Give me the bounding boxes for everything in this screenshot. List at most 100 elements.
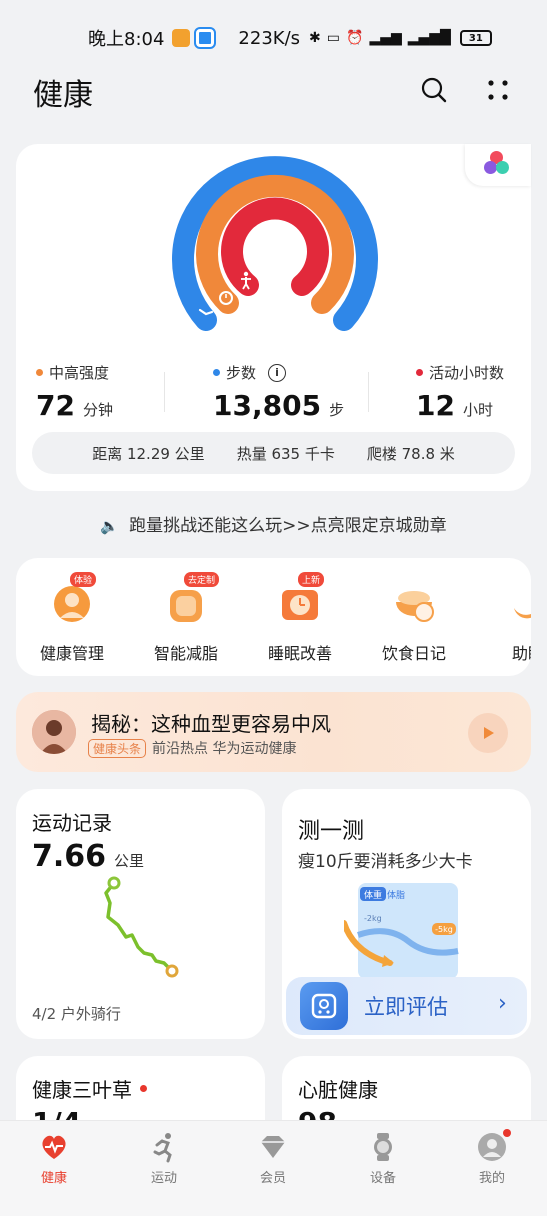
activity-rings-chart	[172, 156, 378, 331]
intensity-unit: 分钟	[82, 401, 113, 419]
speaker-icon: 🔈	[100, 517, 120, 535]
fat-loss-icon: 去定制	[162, 572, 220, 626]
illus-value-2: -5kg	[435, 925, 453, 934]
assessment-title: 测一测	[298, 819, 365, 844]
red-dot-icon	[416, 369, 423, 376]
illus-tag-weight: 体重	[364, 889, 382, 901]
news-meta: 健康头条 前沿热点 华为运动健康	[88, 738, 296, 758]
alarm-icon: ⏰	[346, 30, 364, 46]
health-news-banner[interactable]: 揭秘：这种血型更容易中风 健康头条 前沿热点 华为运动健康	[16, 692, 531, 772]
service-smart-fat-loss[interactable]: 去定制 智能减脂	[136, 572, 236, 664]
nav-health[interactable]: 健康	[14, 1131, 94, 1186]
intensity-value: 72	[36, 389, 75, 422]
activity-summary-bar[interactable]: 距离 12.29 公里 热量 635 千卡 爬楼 78.8 米	[32, 432, 515, 474]
vibrate-icon: ▭	[326, 30, 340, 46]
app-header: 健康	[0, 64, 547, 116]
news-headline: 揭秘：这种血型更容易中风	[91, 712, 331, 736]
heart-title: 心脏健康	[298, 1078, 378, 1102]
app-notification-icon	[172, 29, 191, 47]
active-hours-unit: 小时	[462, 401, 493, 419]
nav-exercise[interactable]: 运动	[124, 1131, 204, 1186]
sleep-aid-icon	[504, 578, 531, 626]
play-icon[interactable]	[468, 713, 508, 753]
search-icon[interactable]	[420, 76, 448, 104]
illus-tag-fat: 体脂	[387, 889, 405, 901]
nav-membership[interactable]: 会员	[233, 1131, 313, 1186]
nav-label: 运动	[150, 1171, 177, 1186]
color-dot-icon	[496, 161, 509, 174]
service-label: 健康管理	[39, 644, 104, 663]
notification-dot	[140, 1085, 147, 1092]
steps-label: 步数	[226, 364, 257, 382]
signal-5g-icon: ▂▄▆█	[407, 30, 451, 46]
exercise-title: 运动记录	[32, 811, 112, 835]
service-badge: 上新	[298, 572, 325, 587]
battery-icon: 31	[459, 30, 492, 46]
user-avatar-icon	[476, 1129, 511, 1163]
blue-dot-icon	[213, 369, 220, 376]
steps-value: 13,805	[213, 389, 322, 422]
active-hours-value: 12	[416, 389, 455, 422]
steps-metric[interactable]: 步数 i 13,805 步	[213, 362, 344, 422]
status-time: 晚上8:04	[88, 29, 165, 50]
theme-switch-button[interactable]	[465, 144, 531, 186]
distance-summary: 距离 12.29 公里	[92, 444, 205, 463]
steps-unit: 步	[329, 401, 345, 419]
system-gesture-area	[0, 1194, 547, 1216]
active-hours-metric[interactable]: 活动小时数 12 小时	[416, 362, 504, 422]
nav-label: 健康	[40, 1171, 67, 1186]
service-health-management[interactable]: 体验 健康管理	[22, 572, 122, 664]
news-source: 前沿热点 华为运动健康	[152, 741, 297, 757]
watch-icon	[367, 1131, 399, 1163]
promo-announcement[interactable]: 🔈 跑量挑战还能这么玩>>点亮限定京城勋章	[0, 511, 547, 536]
exercise-distance-unit: 公里	[114, 852, 145, 870]
page-title: 健康	[33, 78, 93, 113]
more-options-icon[interactable]	[484, 76, 512, 104]
assessment-card[interactable]: 测一测 瘦10斤要消耗多少大卡 体重 体脂 -2kg -5kg 立即评估 ›	[282, 789, 531, 1039]
running-icon	[148, 1131, 180, 1163]
diamond-icon	[257, 1131, 289, 1163]
service-badge: 体验	[70, 572, 97, 587]
floors-summary: 爬楼 78.8 米	[366, 444, 455, 463]
health-management-icon: 体验	[48, 572, 97, 626]
service-sleep-aid[interactable]: 助眠	[478, 578, 531, 664]
network-speed: 223K/s	[238, 27, 301, 49]
service-label: 饮食日记	[381, 644, 446, 663]
nav-label: 会员	[259, 1171, 286, 1186]
assessment-subtitle: 瘦10斤要消耗多少大卡	[298, 852, 473, 872]
service-label: 助眠	[511, 644, 531, 663]
notification-dot	[503, 1129, 511, 1137]
nav-me[interactable]: 我的	[452, 1129, 532, 1186]
nav-label: 设备	[369, 1171, 396, 1186]
service-label: 睡眠改善	[267, 644, 332, 663]
calories-summary: 热量 635 千卡	[236, 444, 335, 463]
divider	[164, 372, 165, 412]
active-hours-label: 活动小时数	[429, 364, 505, 382]
promo-text: 跑量挑战还能这么玩>>点亮限定京城勋章	[129, 516, 447, 536]
evaluate-now-button[interactable]: 立即评估 ›	[286, 977, 527, 1035]
exercise-distance: 7.66	[32, 839, 107, 874]
divider	[368, 372, 369, 412]
evaluate-now-label: 立即评估	[364, 995, 448, 1019]
intensity-metric[interactable]: 中高强度 72 分钟	[36, 362, 113, 422]
scale-icon	[300, 982, 348, 1030]
news-tag: 健康头条	[88, 738, 147, 758]
service-sleep-improvement[interactable]: 上新 睡眠改善	[250, 572, 350, 664]
orange-dot-icon	[36, 369, 43, 376]
heart-pulse-icon	[38, 1131, 70, 1163]
service-diet-diary[interactable]: 饮食日记	[364, 578, 464, 664]
exercise-record-card[interactable]: 运动记录 7.66 公里 4/2 户外骑行	[16, 789, 265, 1039]
bluetooth-icon: ✱	[309, 30, 321, 46]
chevron-right-icon: ›	[498, 991, 507, 1016]
app-notification-icon	[194, 27, 217, 49]
nav-devices[interactable]: 设备	[343, 1131, 423, 1186]
activity-metrics: 中高强度 72 分钟 步数 i 13,805 步 活动小时数 12 小时	[16, 362, 531, 422]
sleep-clock-icon: 上新	[276, 572, 325, 626]
service-badge: 去定制	[184, 572, 220, 587]
bottom-navigation: 健康 运动 会员 设备 我的	[0, 1120, 547, 1194]
info-icon[interactable]: i	[268, 363, 287, 382]
illus-value-1: -2kg	[364, 914, 382, 923]
activity-rings-card[interactable]: 中高强度 72 分钟 步数 i 13,805 步 活动小时数 12 小时 距离 12.2…	[16, 144, 531, 491]
intensity-label: 中高强度	[49, 364, 110, 382]
nav-label: 我的	[478, 1171, 505, 1186]
